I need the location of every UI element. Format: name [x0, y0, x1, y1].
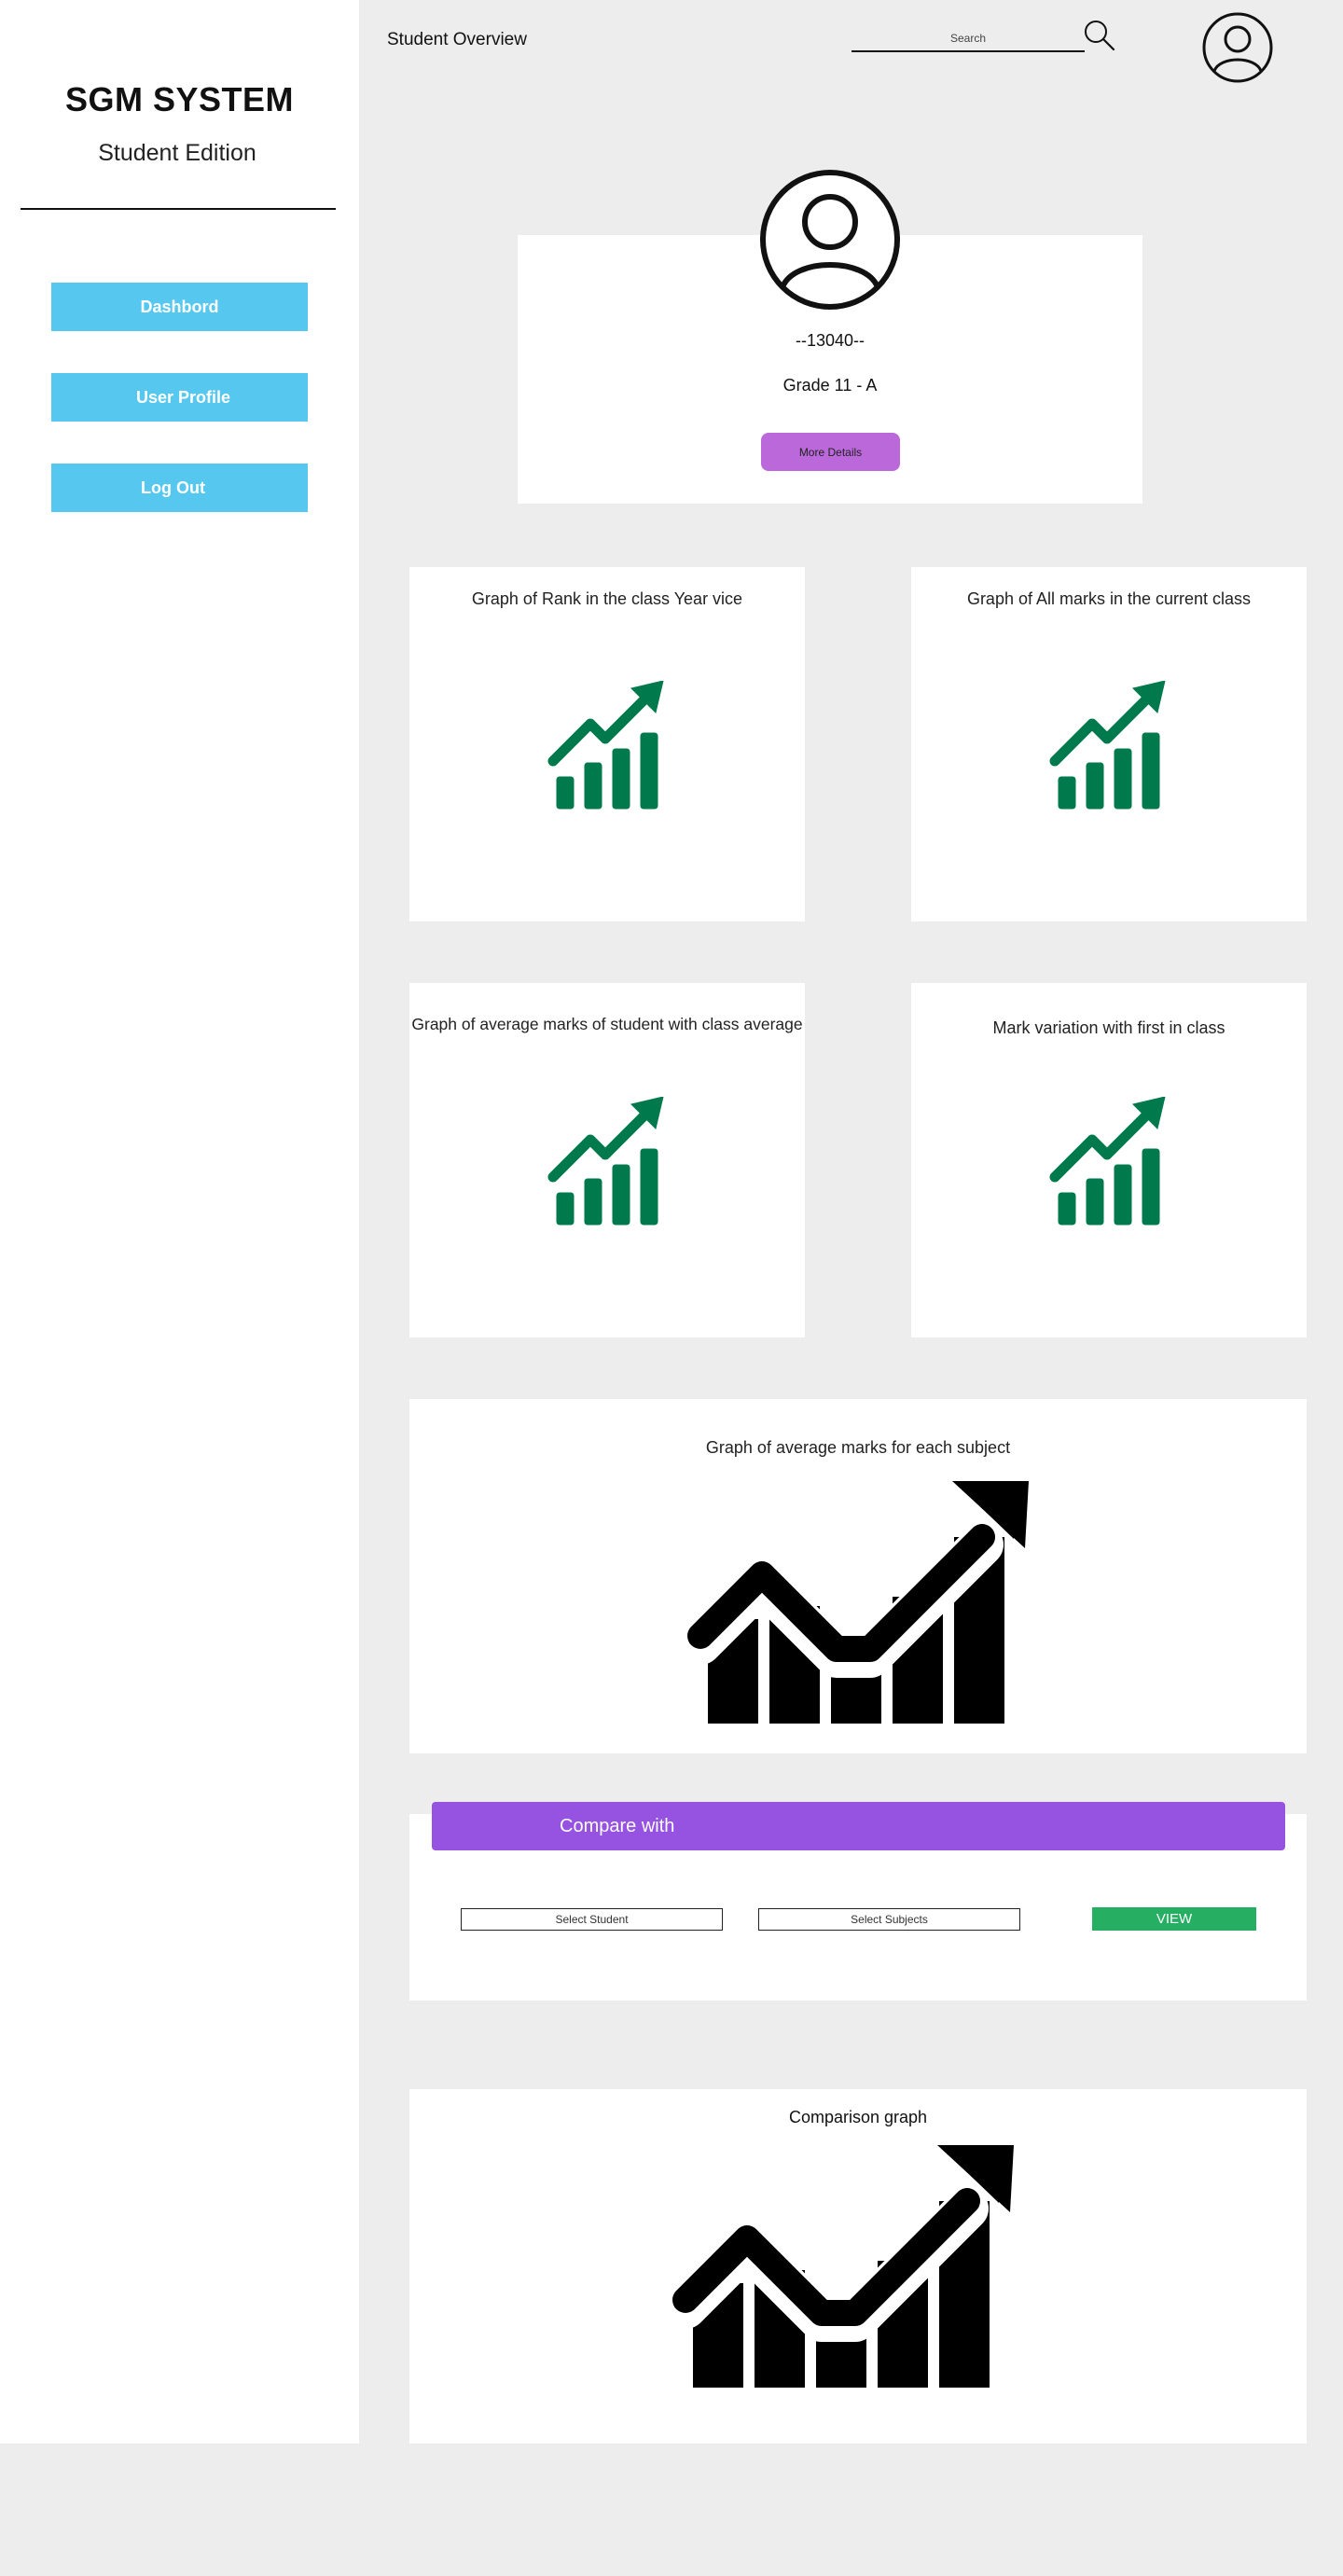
user-profile-button[interactable]: User Profile — [51, 373, 308, 422]
student-id: --13040-- — [795, 331, 865, 350]
dashboard-button[interactable]: Dashbord — [51, 283, 308, 331]
student-grade: Grade 11 - A — [782, 376, 878, 395]
logout-button[interactable]: Log Out — [51, 464, 308, 512]
select-subjects-dropdown[interactable]: Select Subjects — [758, 1908, 1020, 1931]
chart-growth-icon — [671, 2145, 1014, 2388]
select-student-dropdown[interactable]: Select Student — [461, 1908, 723, 1931]
graph-title: Graph of Rank in the class Year vice — [471, 589, 743, 608]
graph-title: Mark variation with first in class — [992, 1018, 1225, 1037]
comparison-title: Comparison graph — [788, 2108, 928, 2126]
graph-title: Graph of average marks of student with c… — [411, 1015, 803, 1033]
graph-card-avg-subject[interactable]: Graph of average marks for each subject — [409, 1399, 1307, 1753]
chart-growth-icon — [1049, 681, 1169, 811]
search-input[interactable] — [851, 26, 1085, 50]
graph-card-avg-vs-class[interactable]: Graph of average marks of student with c… — [409, 983, 805, 1337]
chart-growth-icon — [1049, 1097, 1169, 1227]
graph-title: Graph of All marks in the current class — [966, 589, 1252, 608]
user-avatar-icon[interactable] — [1201, 11, 1274, 84]
graph-card-all-marks[interactable]: Graph of All marks in the current class — [911, 567, 1307, 921]
search-icon[interactable] — [1083, 19, 1116, 52]
comparison-graph-card: Comparison graph — [409, 2089, 1307, 2444]
graph-card-variation[interactable]: Mark variation with first in class — [911, 983, 1307, 1337]
more-details-button[interactable]: More Details — [761, 433, 900, 471]
compare-header: Compare with — [432, 1802, 1285, 1850]
search-bar[interactable] — [851, 26, 1085, 52]
page-title: Student Overview — [387, 30, 527, 49]
profile-avatar-icon — [760, 170, 900, 310]
graph-title: Graph of average marks for each subject — [705, 1438, 1011, 1457]
chart-growth-icon — [547, 681, 667, 811]
sidebar-divider — [21, 208, 336, 210]
view-button[interactable]: VIEW — [1092, 1907, 1256, 1931]
chart-growth-icon — [685, 1481, 1029, 1724]
chart-growth-icon — [547, 1097, 667, 1227]
brand-subtitle: Student Edition — [98, 140, 256, 166]
graph-card-rank[interactable]: Graph of Rank in the class Year vice — [409, 567, 805, 921]
brand-title: SGM SYSTEM — [64, 80, 295, 118]
sidebar: SGM SYSTEM Student Edition Dashbord User… — [0, 0, 359, 2444]
